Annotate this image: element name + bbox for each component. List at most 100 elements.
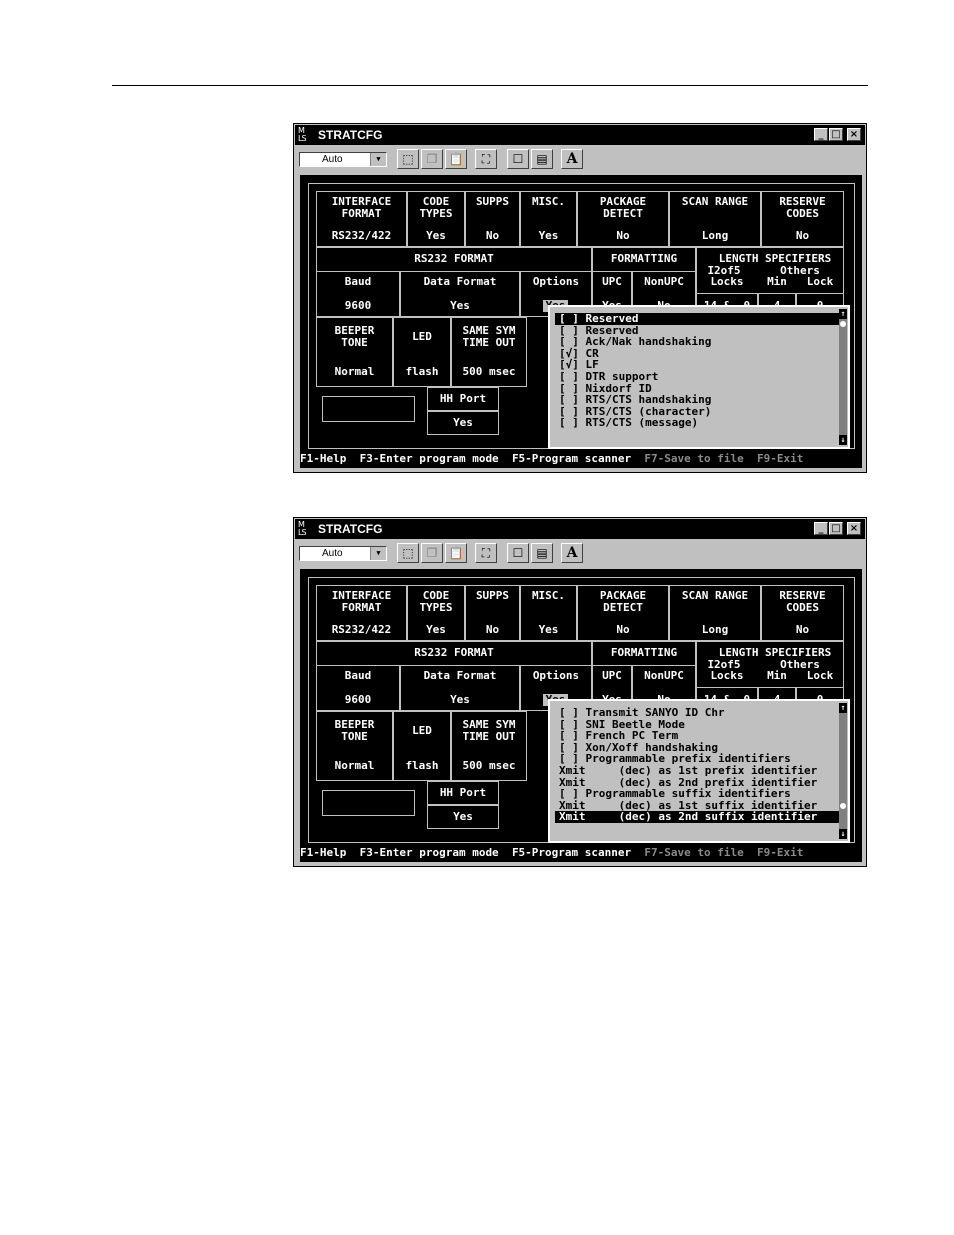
empty-field-box[interactable] (322, 790, 415, 816)
console-screen[interactable]: INTERFACE FORMAT CODE TYPES SUPPS MISC. … (300, 175, 862, 468)
value-code-types: Yes (426, 229, 446, 242)
option-item[interactable]: Xmit (dec) as 2nd suffix identifier (555, 811, 839, 823)
header-reserve-codes: RESERVE CODES (779, 195, 826, 220)
maximize-button[interactable]: □ (829, 522, 843, 535)
status-bar: F1-Help F3-Enter program mode F5-Program… (300, 846, 862, 860)
fullscreen-icon[interactable]: ⛶ (475, 149, 497, 169)
status-f1-help[interactable]: F1-Help (300, 452, 346, 465)
paste-icon[interactable]: 📋 (445, 149, 467, 169)
option-item[interactable]: Xmit (dec) as 1st prefix identifier (555, 765, 839, 777)
status-f5-program-scanner[interactable]: F5-Program scanner (512, 452, 631, 465)
status-f1-help[interactable]: F1-Help (300, 846, 346, 859)
popup-scrollbar[interactable]: ↑ ↓ (839, 703, 847, 839)
val-baud: 9600 (344, 299, 372, 312)
value-misc: Yes (538, 229, 559, 242)
paste-icon[interactable]: 📋 (445, 543, 467, 563)
value-package-detect: No (616, 229, 630, 242)
scroll-up-icon[interactable]: ↑ (839, 309, 847, 319)
value-interface-format: RS232/422 (331, 623, 392, 636)
col-lock: Lock (806, 275, 834, 288)
options-popup[interactable]: [ ] Transmit SANYO ID Chr[ ] SNI Beetle … (548, 699, 850, 843)
header-same-sym: SAME SYM TIME OUT (462, 324, 516, 349)
col-nonupc: NonUPC (644, 275, 684, 288)
status-f3-program-mode[interactable]: F3-Enter program mode (360, 452, 499, 465)
console-screen[interactable]: INTERFACE FORMAT CODE TYPES SUPPS MISC. … (300, 569, 862, 862)
font-button[interactable]: A (561, 149, 583, 169)
val-data-format: Yes (450, 299, 470, 312)
close-button[interactable]: × (847, 128, 861, 141)
copy-icon[interactable]: ❐ (421, 543, 443, 563)
chevron-down-icon[interactable]: ▼ (370, 547, 386, 560)
value-scan-range: Long (701, 229, 729, 242)
col-baud: Baud (344, 669, 372, 682)
stratcfg-window-2: M LS STRATCFG _ □ × Auto ▼ ⬚ ❐ 📋 ⛶ ☐ ▤ A (293, 517, 867, 867)
val-led: flash (405, 759, 439, 772)
maximize-button[interactable]: □ (829, 128, 843, 141)
value-reserve-codes: No (795, 229, 810, 242)
header-beeper-tone: BEEPER TONE (334, 324, 375, 349)
val-hh-port: Yes (453, 810, 473, 823)
fullscreen-icon[interactable]: ⛶ (475, 543, 497, 563)
status-f5-program-scanner[interactable]: F5-Program scanner (512, 846, 631, 859)
option-item[interactable]: [ ] RTS/CTS handshaking (555, 394, 839, 406)
font-size-combo[interactable]: Auto ▼ (299, 152, 387, 167)
properties-icon[interactable]: ☐ (507, 149, 529, 169)
options-list[interactable]: [ ] Transmit SANYO ID Chr[ ] SNI Beetle … (555, 707, 839, 823)
options-list[interactable]: [ ] Reserved[ ] Reserved[ ] Ack/Nak hand… (555, 313, 839, 429)
scroll-thumb[interactable] (840, 321, 846, 327)
toolbar: Auto ▼ ⬚ ❐ 📋 ⛶ ☐ ▤ A (295, 540, 865, 566)
col-min: Min (767, 669, 787, 682)
col-locks: Locks (710, 669, 744, 682)
col-min: Min (767, 275, 787, 288)
mark-icon[interactable]: ⬚ (397, 149, 419, 169)
header-code-types: CODE TYPES (419, 195, 453, 220)
header-led: LED (412, 724, 432, 737)
options-popup[interactable]: [ ] Reserved[ ] Reserved[ ] Ack/Nak hand… (548, 305, 850, 449)
scroll-down-icon[interactable]: ↓ (839, 829, 847, 839)
option-item[interactable]: [ ] Transmit SANYO ID Chr (555, 707, 839, 719)
header-package-detect: PACKAGE DETECT (599, 589, 647, 614)
status-f7-save[interactable]: F7-Save to file (644, 846, 743, 859)
option-item[interactable]: [ ] RTS/CTS (message) (555, 417, 839, 429)
copy-icon[interactable]: ❐ (421, 149, 443, 169)
scroll-down-icon[interactable]: ↓ (839, 435, 847, 445)
mark-icon[interactable]: ⬚ (397, 543, 419, 563)
header-supps: SUPPS (475, 589, 510, 602)
col-data-format: Data Format (423, 275, 497, 288)
formatting-title: FORMATTING (610, 646, 678, 659)
option-item[interactable]: [ ] Reserved (555, 313, 839, 325)
popup-scrollbar[interactable]: ↑ ↓ (839, 309, 847, 445)
background-icon[interactable]: ▤ (531, 543, 553, 563)
scroll-thumb[interactable] (840, 803, 846, 809)
status-f3-program-mode[interactable]: F3-Enter program mode (360, 846, 499, 859)
app-icon: M LS (298, 520, 307, 537)
option-item[interactable]: [ ] Programmable suffix identifiers (555, 788, 839, 800)
font-size-combo[interactable]: Auto ▼ (299, 546, 387, 561)
background-icon[interactable]: ▤ (531, 149, 553, 169)
close-button[interactable]: × (847, 522, 861, 535)
properties-icon[interactable]: ☐ (507, 543, 529, 563)
combo-value: Auto (322, 548, 343, 559)
chevron-down-icon[interactable]: ▼ (370, 153, 386, 166)
empty-field-box[interactable] (322, 396, 415, 422)
option-item[interactable]: [ ] DTR support (555, 371, 839, 383)
val-led: flash (405, 365, 439, 378)
minimize-button[interactable]: _ (814, 128, 828, 141)
value-reserve-codes: No (795, 623, 810, 636)
value-scan-range: Long (701, 623, 729, 636)
status-f7-save[interactable]: F7-Save to file (644, 452, 743, 465)
value-supps: No (485, 229, 500, 242)
status-f9-exit[interactable]: F9-Exit (757, 846, 803, 859)
value-misc: Yes (538, 623, 559, 636)
val-beeper-tone: Normal (334, 365, 375, 378)
toolbar: Auto ▼ ⬚ ❐ 📋 ⛶ ☐ ▤ A (295, 146, 865, 172)
font-button[interactable]: A (561, 543, 583, 563)
col-data-format: Data Format (423, 669, 497, 682)
minimize-button[interactable]: _ (814, 522, 828, 535)
col-lock: Lock (806, 669, 834, 682)
window-title: STRATCFG (318, 522, 383, 536)
title-bar[interactable]: M LS STRATCFG _ □ × (295, 519, 865, 539)
status-f9-exit[interactable]: F9-Exit (757, 452, 803, 465)
scroll-up-icon[interactable]: ↑ (839, 703, 847, 713)
title-bar[interactable]: M LS STRATCFG _ □ × (295, 125, 865, 145)
